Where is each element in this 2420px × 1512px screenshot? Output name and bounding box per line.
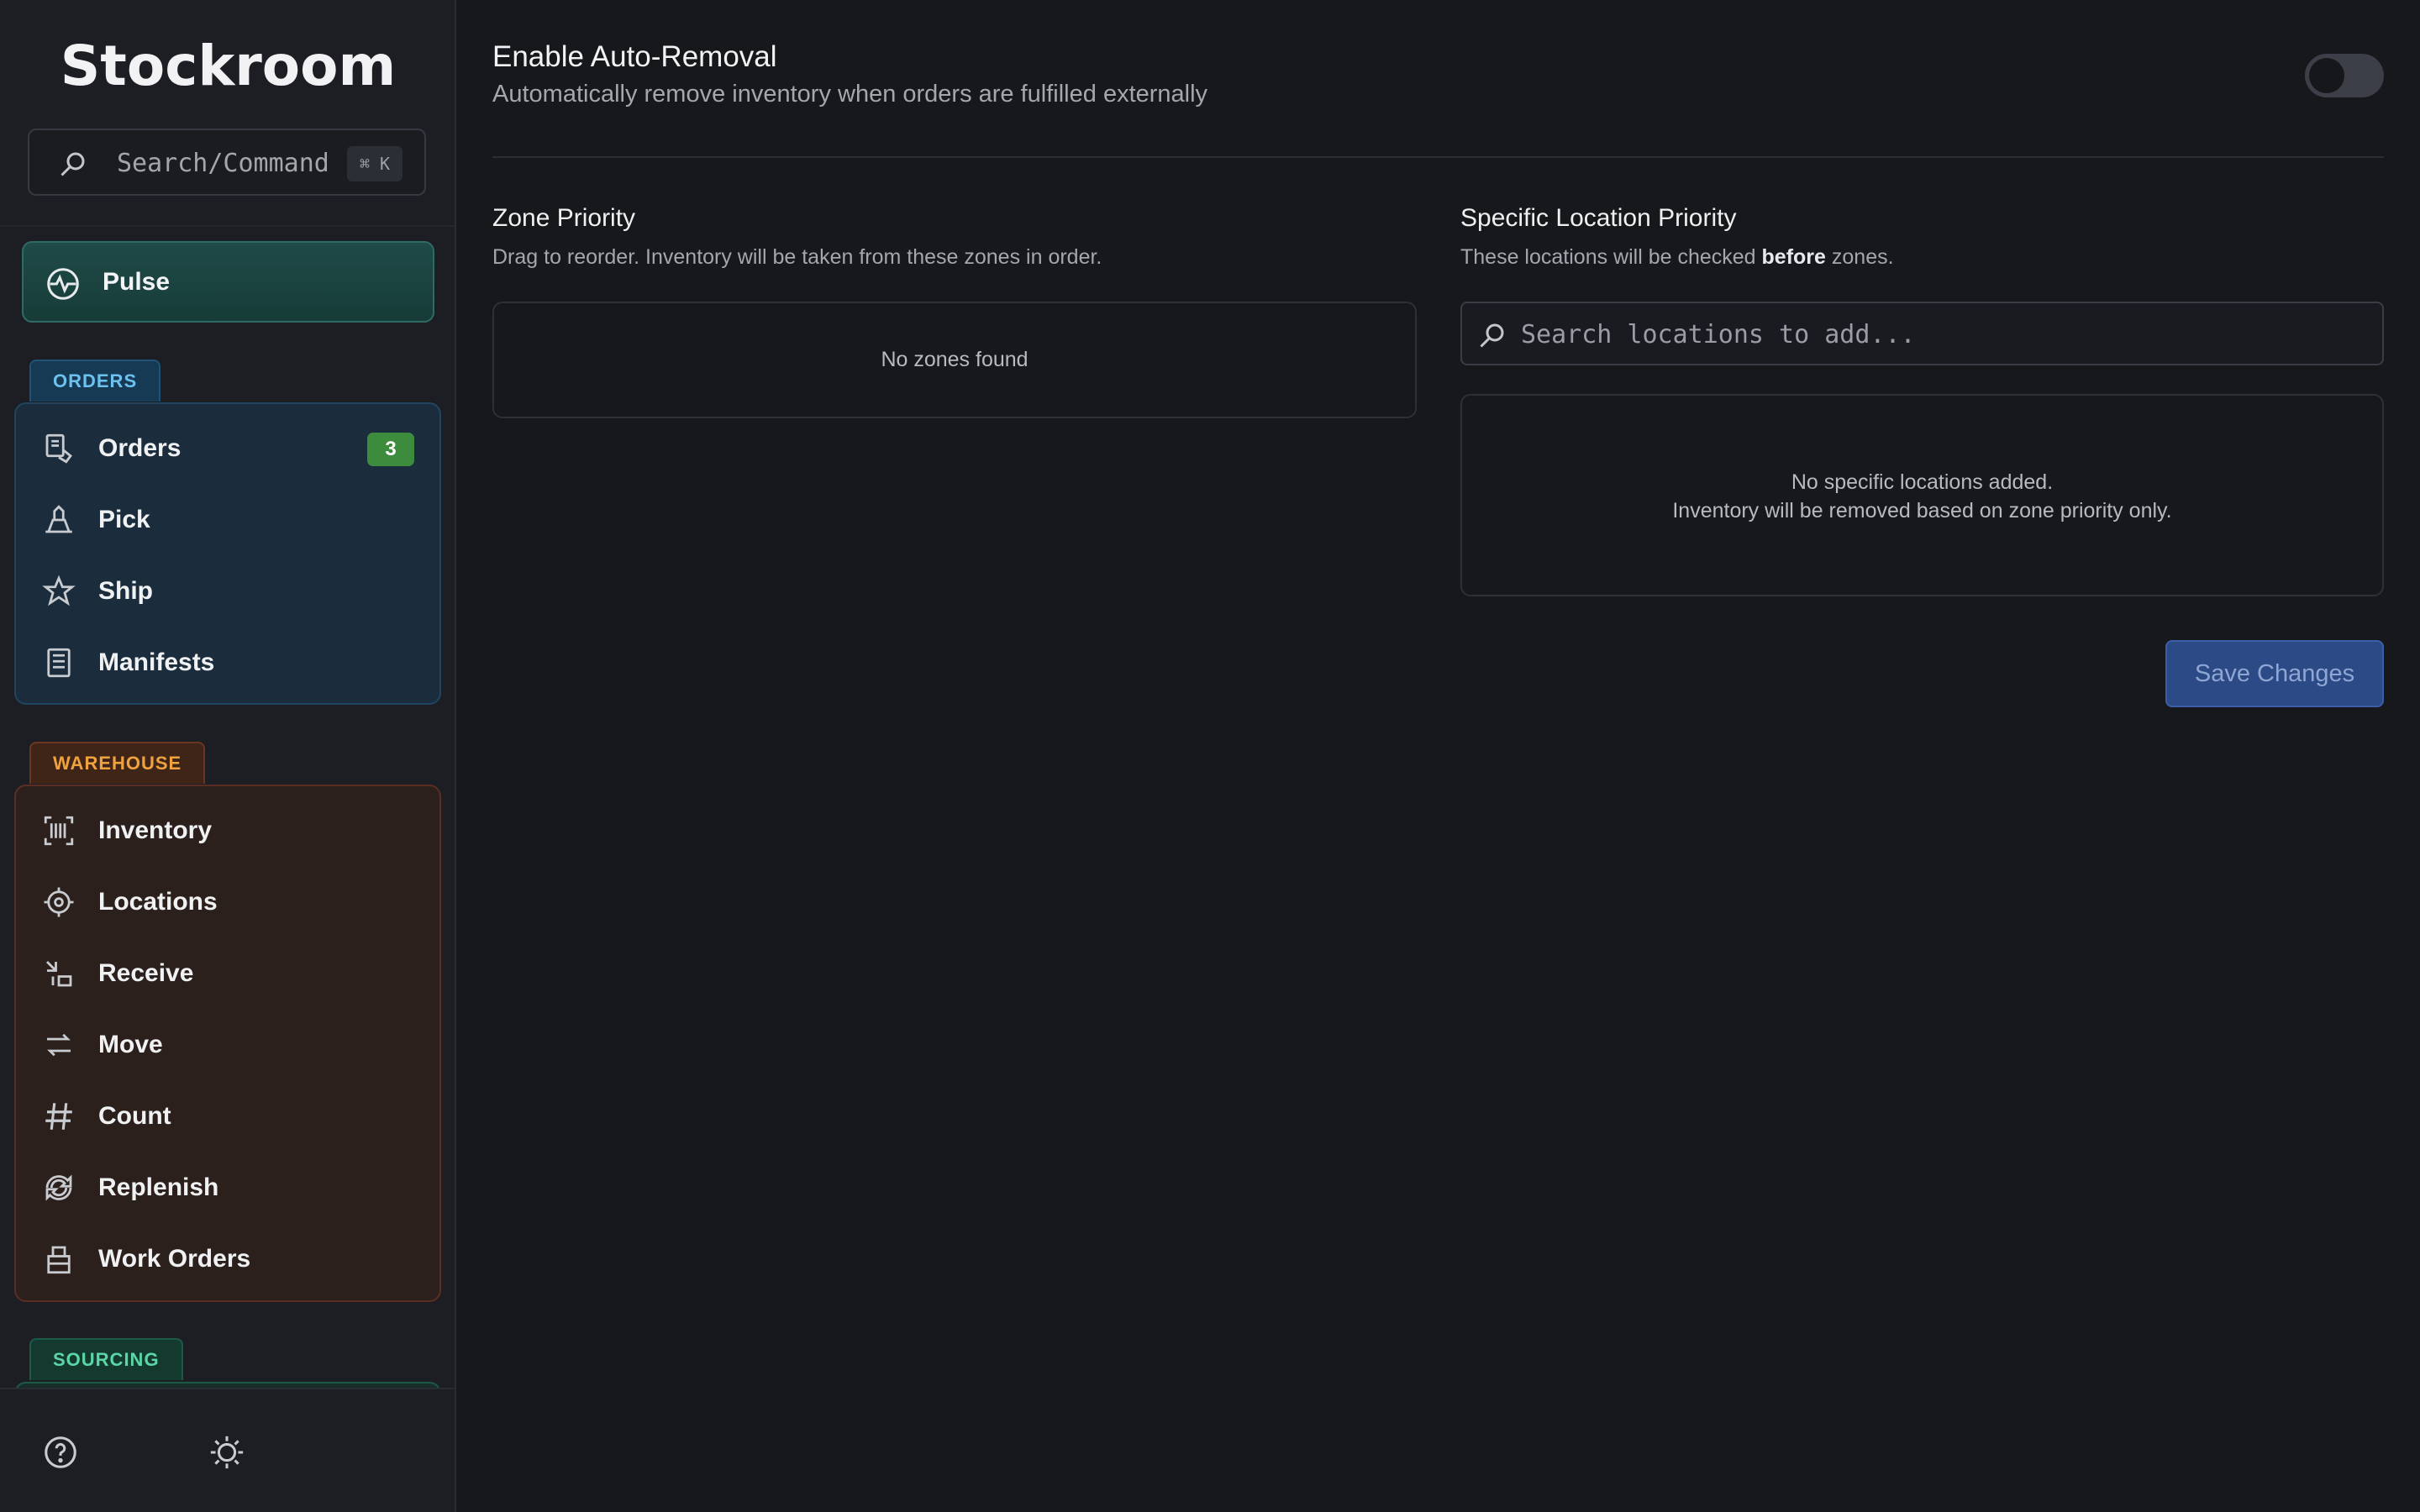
app-logo[interactable]: Stockroom xyxy=(0,34,455,98)
crosshair-icon xyxy=(44,887,74,917)
zone-empty-text: No zones found xyxy=(881,348,1028,371)
main-content: Enable Auto-Removal Automatically remove… xyxy=(458,0,2420,1512)
sidebar-item-label: Inventory xyxy=(98,816,213,844)
toggle-knob xyxy=(2309,58,2344,93)
location-search-input[interactable]: Search locations to add... xyxy=(1460,302,2384,365)
sidebar-footer xyxy=(0,1388,455,1512)
sidebar-item-orders[interactable]: Orders 3 xyxy=(16,414,439,481)
count-badge: 3 xyxy=(367,433,414,466)
section-orders: Orders 3 Pick Ship Manifests xyxy=(14,402,441,705)
sidebar-item-replenish[interactable]: Replenish xyxy=(16,1153,439,1221)
orders-icon xyxy=(45,433,72,464)
auto-removal-toggle[interactable] xyxy=(2305,54,2384,97)
auto-removal-description: Automatically remove inventory when orde… xyxy=(492,81,1208,108)
sidebar-item-manifests[interactable]: Manifests xyxy=(16,628,439,696)
sidebar-item-work-orders[interactable]: Work Orders xyxy=(16,1225,439,1292)
barcode-icon xyxy=(44,816,74,846)
move-icon xyxy=(47,1033,71,1057)
section-divider xyxy=(492,156,2384,158)
sidebar-item-pick[interactable]: Pick xyxy=(16,486,439,553)
section-warehouse: Inventory Locations Receive Move Count R… xyxy=(14,785,441,1302)
zone-list: No zones found xyxy=(492,302,1417,418)
sidebar-item-label: Locations xyxy=(98,888,218,916)
section-tag-sourcing: SOURCING xyxy=(29,1338,183,1380)
location-priority-description: These locations will be checked before z… xyxy=(1460,245,1894,269)
location-empty-line2: Inventory will be removed based on zone … xyxy=(1672,499,2172,522)
sidebar-item-count[interactable]: Count xyxy=(16,1082,439,1149)
save-changes-button[interactable]: Save Changes xyxy=(2165,640,2384,707)
auto-removal-title: Enable Auto-Removal xyxy=(492,40,777,73)
section-tag-warehouse: WAREHOUSE xyxy=(29,742,206,784)
location-list: No specific locations added. Inventory w… xyxy=(1460,394,2384,596)
sidebar-item-label: Work Orders xyxy=(98,1245,251,1273)
sidebar-item-inventory[interactable]: Inventory xyxy=(16,796,439,864)
manifests-icon xyxy=(47,648,71,678)
sidebar-item-receive[interactable]: Receive xyxy=(16,939,439,1006)
sidebar: Stockroom Search/Command ⌘ K Pulse ORDER… xyxy=(0,0,456,1512)
pulse-icon xyxy=(47,268,79,300)
hash-icon xyxy=(45,1103,72,1130)
replenish-icon xyxy=(45,1174,72,1201)
sidebar-item-label: Pulse xyxy=(103,268,171,296)
sidebar-item-label: Manifests xyxy=(98,648,215,676)
work-orders-icon xyxy=(47,1246,71,1274)
zone-priority-description: Drag to reorder. Inventory will be taken… xyxy=(492,245,1102,269)
sun-icon[interactable] xyxy=(208,1433,246,1472)
sidebar-item-ship[interactable]: Ship xyxy=(16,557,439,624)
search-icon xyxy=(60,152,85,176)
location-empty-line1: No specific locations added. xyxy=(1791,470,2054,494)
sidebar-divider xyxy=(0,225,455,227)
command-search[interactable]: Search/Command ⌘ K xyxy=(28,129,426,196)
sidebar-item-label: Receive xyxy=(98,959,194,987)
zone-priority-title: Zone Priority xyxy=(492,204,636,232)
ship-icon xyxy=(42,575,76,606)
location-priority-title: Specific Location Priority xyxy=(1460,204,1737,232)
command-search-label: Search/Command xyxy=(117,149,329,178)
pick-icon xyxy=(45,505,72,533)
sidebar-item-label: Count xyxy=(98,1102,171,1130)
sidebar-item-label: Pick xyxy=(98,506,150,533)
search-icon xyxy=(1480,323,1504,348)
shortcut-hint: ⌘ K xyxy=(347,146,402,181)
location-search-placeholder: Search locations to add... xyxy=(1521,320,1916,349)
sidebar-item-pulse[interactable]: Pulse xyxy=(22,241,434,323)
help-icon[interactable] xyxy=(41,1433,80,1472)
sidebar-item-label: Replenish xyxy=(98,1173,219,1201)
section-tag-orders: ORDERS xyxy=(29,360,161,402)
sidebar-item-move[interactable]: Move xyxy=(16,1011,439,1078)
sidebar-item-label: Ship xyxy=(98,577,153,605)
receive-icon xyxy=(46,961,72,987)
sidebar-item-label: Move xyxy=(98,1031,163,1058)
sidebar-item-locations[interactable]: Locations xyxy=(16,868,439,935)
sidebar-item-label: Orders xyxy=(98,434,182,462)
